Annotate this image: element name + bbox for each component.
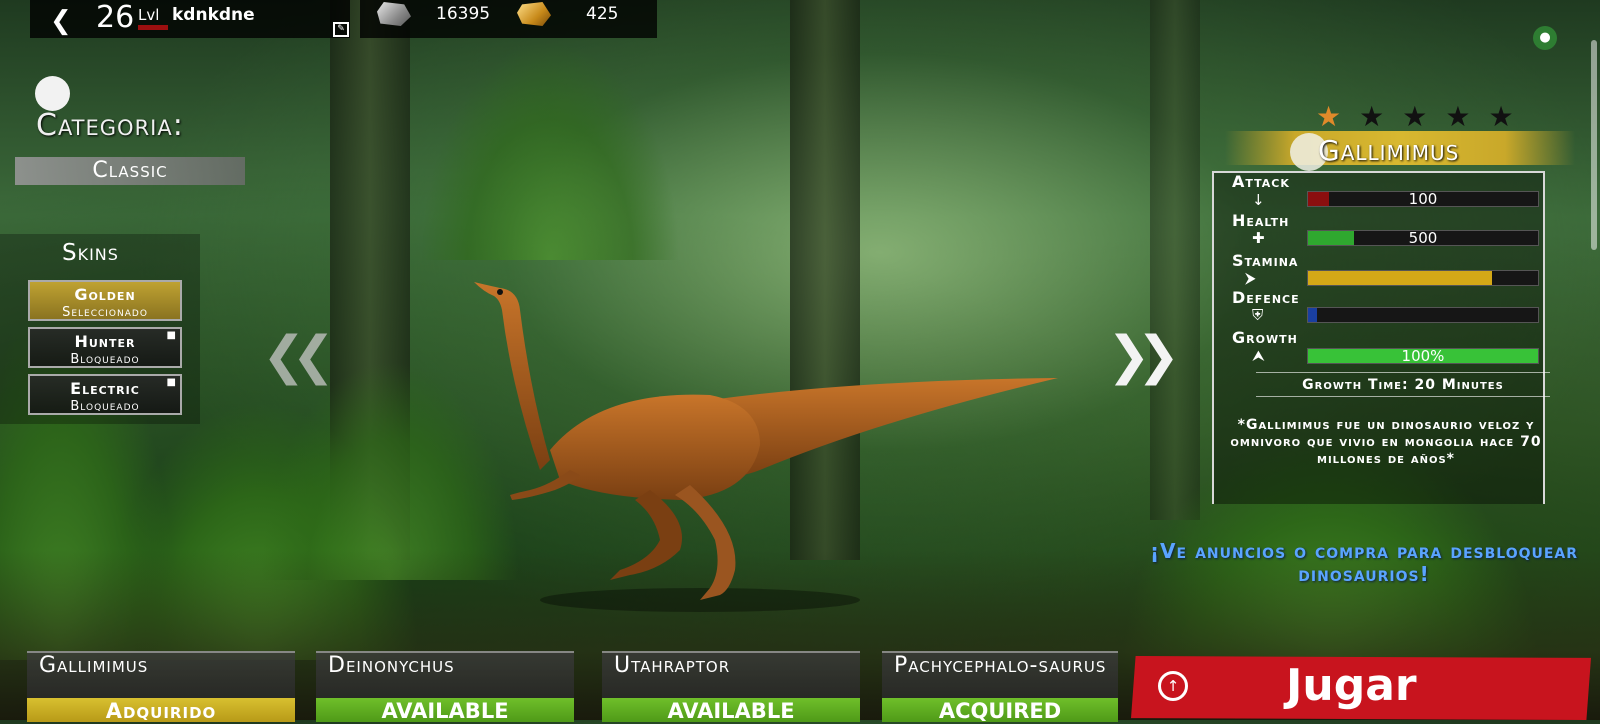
palm-foliage bbox=[420, 40, 680, 260]
roster-name: Gallimimus bbox=[39, 653, 149, 678]
stat-label-attack: Attack bbox=[1232, 172, 1290, 191]
roster-status: Adquirido bbox=[27, 698, 295, 723]
microphone-icon[interactable]: ● bbox=[1533, 26, 1557, 50]
scrollbar[interactable] bbox=[1591, 40, 1597, 250]
player-name: kdnkdne bbox=[172, 5, 255, 25]
lock-icon: ■ bbox=[166, 330, 176, 341]
play-label[interactable]: Jugar bbox=[1286, 660, 1417, 711]
stat-label-health: Health bbox=[1232, 211, 1290, 230]
skins-title: Skins bbox=[62, 240, 119, 266]
star-empty-icon: ★ bbox=[1402, 100, 1446, 133]
star-empty-icon: ★ bbox=[1359, 100, 1403, 133]
roster-name: Utahraptor bbox=[614, 653, 731, 678]
tree-trunk bbox=[1150, 0, 1200, 520]
previous-dino-arrow-icon[interactable]: ❮❮ bbox=[262, 330, 335, 382]
stat-fill bbox=[1308, 308, 1318, 322]
roster-card-utahraptor[interactable]: Utahraptor AVAILABLE bbox=[602, 651, 860, 723]
stat-bar-stamina bbox=[1307, 270, 1539, 286]
shield-icon: ⛨ bbox=[1252, 306, 1264, 324]
star-empty-icon: ★ bbox=[1488, 100, 1532, 133]
player-level: 26 bbox=[96, 0, 135, 35]
next-dino-arrow-icon[interactable]: ❯❯ bbox=[1107, 330, 1180, 382]
cross-icon: ✚ bbox=[1252, 229, 1265, 247]
roster-card-gallimimus[interactable]: Gallimimus Adquirido bbox=[27, 651, 295, 723]
level-label: Lvl bbox=[138, 6, 160, 24]
divider bbox=[1256, 372, 1550, 373]
skin-hunter[interactable]: ■ Hunter Bloqueado bbox=[28, 327, 182, 368]
skin-status: Seleccionado bbox=[62, 305, 148, 320]
stat-label-stamina: Stamina bbox=[1232, 251, 1299, 270]
roster-card-pachycephalosaurus[interactable]: Pachycephalo-saurus ACQUIRED bbox=[882, 651, 1118, 723]
rating-stars: ★★★★★ bbox=[1316, 100, 1532, 133]
stat-value: 100 bbox=[1408, 190, 1438, 208]
dino-description: *Gallimimus fue un dinosaurio veloz y om… bbox=[1230, 417, 1542, 467]
baby-dino-icon: ⮝ bbox=[1252, 347, 1265, 365]
skin-status: Bloqueado bbox=[70, 399, 140, 414]
stat-bar-growth: 100% bbox=[1307, 347, 1539, 365]
unlock-promo-text: ¡Ve anuncios o compra para desbloquear d… bbox=[1149, 539, 1579, 586]
stat-bar-defence bbox=[1307, 307, 1539, 323]
skin-name: Hunter bbox=[74, 332, 136, 351]
skin-status: Bloqueado bbox=[70, 352, 140, 367]
stat-label-growth: Growth bbox=[1232, 328, 1298, 347]
edit-icon[interactable]: ✎ bbox=[333, 22, 349, 37]
gallimimus-model bbox=[474, 282, 1058, 612]
dino-name: Gallimimus bbox=[1318, 134, 1460, 167]
stat-fill bbox=[1308, 271, 1492, 285]
stat-bar-attack: 100 bbox=[1307, 190, 1539, 208]
divider bbox=[1256, 396, 1550, 397]
stat-bar-health: 500 bbox=[1307, 229, 1539, 247]
stat-value: 100% bbox=[1401, 347, 1445, 365]
category-title: Categoria: bbox=[36, 108, 184, 143]
star-empty-icon: ★ bbox=[1445, 100, 1489, 133]
xp-bar bbox=[138, 25, 168, 30]
dino-footprint-icon: ↑ bbox=[1158, 671, 1188, 701]
star-filled-icon: ★ bbox=[1316, 100, 1360, 133]
category-selector[interactable]: Classic bbox=[15, 157, 245, 185]
roster-card-deinonychus[interactable]: Deinonychus AVAILABLE bbox=[316, 651, 574, 723]
roster-status: AVAILABLE bbox=[602, 698, 860, 723]
growth-time: Growth Time: 20 Minutes bbox=[1302, 377, 1504, 393]
roster-status: AVAILABLE bbox=[316, 698, 574, 723]
skin-golden[interactable]: Golden Seleccionado bbox=[28, 280, 182, 321]
gold-count: 425 bbox=[586, 4, 619, 24]
skin-electric[interactable]: ■ Electric Bloqueado bbox=[28, 374, 182, 415]
back-arrow-icon[interactable]: ❮ bbox=[50, 6, 72, 36]
stat-value: 500 bbox=[1408, 229, 1438, 247]
lock-icon: ■ bbox=[166, 377, 176, 388]
roster-name: Pachycephalo-saurus bbox=[894, 653, 1107, 678]
skin-name: Electric bbox=[70, 379, 140, 398]
skin-name: Golden bbox=[74, 285, 136, 304]
roster-status: ACQUIRED bbox=[882, 698, 1118, 723]
claw-icon: ↓ bbox=[1252, 191, 1265, 209]
running-dino-icon: ⮞ bbox=[1245, 269, 1256, 287]
stone-count: 16395 bbox=[436, 4, 491, 24]
stat-label-defence: Defence bbox=[1232, 288, 1300, 307]
touch-indicator bbox=[35, 76, 70, 111]
roster-name: Deinonychus bbox=[328, 653, 455, 678]
